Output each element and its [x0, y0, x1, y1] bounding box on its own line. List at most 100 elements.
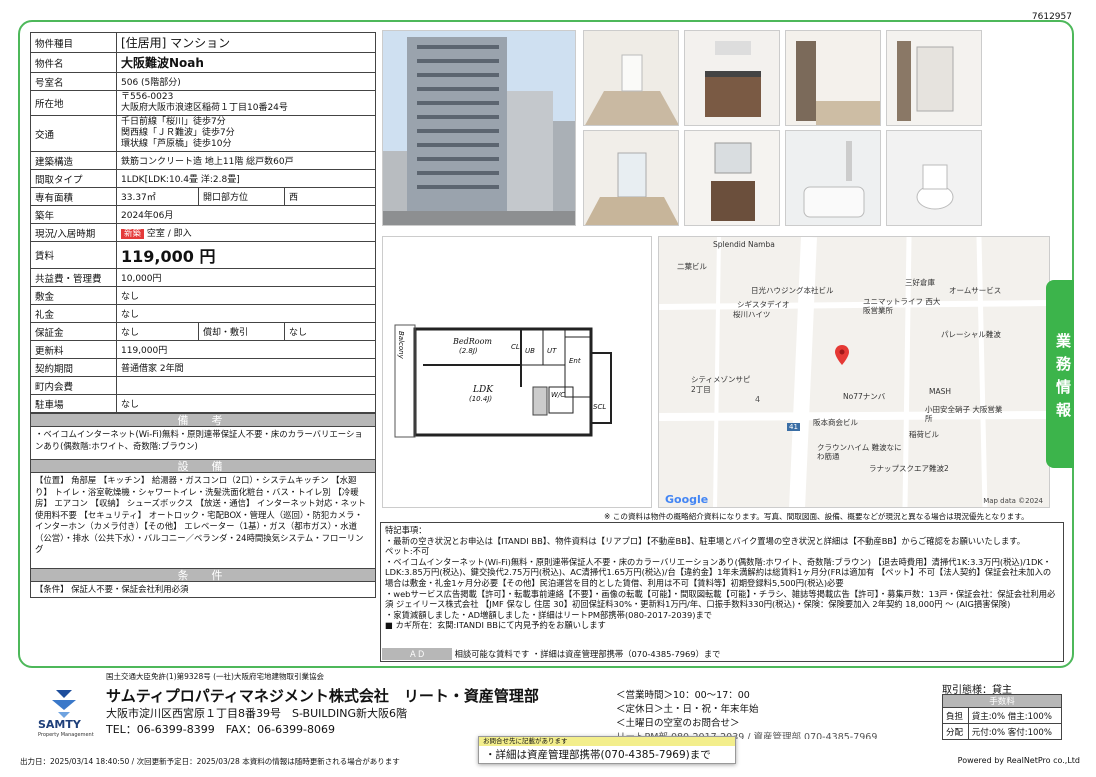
- kitchen-photo: [684, 30, 780, 126]
- notes-line: ■ カギ所在：玄関:ITANDI BBにて内見予約をお願いします: [385, 620, 606, 631]
- property-id: 7612957: [1031, 12, 1072, 22]
- spec-key: 物件名: [30, 52, 117, 73]
- spec-key: 専有面積: [30, 187, 117, 206]
- logo-sub: Property Management: [38, 732, 94, 738]
- rent-value: 119,000 円: [116, 241, 376, 269]
- fee-table: 手数料 負担 貸主:0% 借主:100% 分配 元付:0% 客付:100%: [942, 694, 1063, 740]
- deposit-value: なし: [116, 286, 376, 305]
- ldk-image: [584, 131, 678, 225]
- map[interactable]: Splendid Namba 二葉ビル 三好倉庫 日光ハウジング本社ビル オーム…: [658, 236, 1050, 508]
- notes-line: ・webサービス広告掲載【許可】・転載事前連絡【不要】・画像の転載【可能】・間取…: [385, 588, 1056, 610]
- map-label: Splendid Namba: [713, 240, 775, 249]
- spec-key: 町内会費: [30, 376, 117, 395]
- company-tel: TEL：06-6399-8399 FAX：06-6399-8069: [106, 723, 336, 736]
- holidays: ＜定休日＞土・日・祝・年末年始: [616, 704, 759, 715]
- contract-value: 普通借家 2年間: [116, 358, 376, 377]
- direction-value: 西: [284, 187, 376, 206]
- spec-key: 所在地: [30, 90, 117, 116]
- town-fee-value: [116, 376, 376, 395]
- spec-key: 交通: [30, 115, 117, 152]
- map-label: 阪本商会ビル: [813, 418, 858, 427]
- notes-line: ・家賃減額しました・AD増額しました・詳細はリートPM部携帯(080-2017-…: [385, 609, 713, 620]
- key-money-value: なし: [116, 304, 376, 323]
- property-name: 大阪難波Noah: [116, 52, 376, 73]
- samty-logo: SAMTY Property Management: [38, 684, 94, 740]
- notes-title: 特記事項：: [385, 525, 427, 535]
- location-pin-icon: [835, 345, 849, 365]
- spec-key: 礼金: [30, 304, 117, 323]
- map-credit: Map data ©2024: [983, 497, 1043, 505]
- spec-key: 築年: [30, 205, 117, 224]
- shokyaku-value: なし: [284, 322, 376, 341]
- spec-key: 号室名: [30, 72, 117, 91]
- ad-label: ＡＤ: [382, 648, 452, 660]
- bathroom-image: [786, 131, 880, 225]
- map-label: MASH: [929, 387, 952, 396]
- google-logo: Google: [665, 493, 709, 506]
- fp-bedroom-size: (2.8J): [459, 347, 478, 355]
- transport-value: 千日前線「桜川」徒歩7分 関西線「ＪＲ難波」徒歩7分 環状線「芦原橋」徒歩10分: [116, 115, 376, 152]
- fee-title: 手数料: [942, 694, 1062, 708]
- map-label: ラナップスクエア難波2: [869, 464, 949, 473]
- renewal-value: 119,000円: [116, 340, 376, 359]
- biko-text: ・ベイコムインターネット(Wi-Fi)無料・原則連帯保証人不要・床のカラーバリエ…: [30, 427, 376, 459]
- washroom-photo: [684, 130, 780, 226]
- toilet-photo: [886, 130, 982, 226]
- disclaimer: ※ この資料は物件の概略紹介資料になります。写真、間取図面、設備、概要などが現況…: [604, 512, 1029, 521]
- notes-line: ・ベイコムインターネット(Wi-Fi)無料・原則連帯保証人不要・床のカラーバリエ…: [385, 556, 1052, 588]
- license: 国土交通大臣免許(1)第9328号 (一社)大阪府宅地建物取引業協会: [106, 672, 324, 681]
- spec-panel: 物件種目 [住居用] マンション 物件名 大阪難波Noah 号室名 506 (5階部分…: [30, 32, 376, 598]
- closet-photo: [886, 30, 982, 126]
- fee-label: 分配: [942, 723, 969, 740]
- fp-wc: W/C: [551, 391, 566, 399]
- address-value: 〒556-0023 大阪府大阪市浪速区稲荷１丁目10番24号: [116, 90, 376, 116]
- hosho-value: なし: [116, 322, 199, 341]
- map-block-number: 4: [755, 395, 761, 404]
- notes-line: ・最新の空き状況とお申込は【ITANDI BB】、物件資料は【リアプロ】【不動産…: [385, 535, 1026, 546]
- spec-key: 駐車場: [30, 394, 117, 413]
- fp-ent: Ent: [569, 357, 581, 365]
- map-label: 日光ハウジング本社ビル: [751, 286, 834, 295]
- bedroom-photo: [785, 30, 881, 126]
- spec-key: 建築構造: [30, 151, 117, 170]
- setsubi-header: 設 備: [30, 459, 376, 473]
- weekend-inquiry: ＜土曜日の空室のお問合せ＞: [616, 718, 740, 729]
- spec-key: 保証金: [30, 322, 117, 341]
- map-label: オームサービス: [949, 286, 1002, 295]
- fp-ub: UB: [525, 347, 535, 355]
- floorplan-drawing: [394, 324, 612, 438]
- footer-powered-by: Powered by RealNetPro co.,Ltd: [957, 756, 1080, 765]
- route-badge: 41: [787, 423, 800, 431]
- ad-text: 相談可能な賃料です ・詳細は資産管理部携帯（070-4385-7969）まで: [454, 649, 721, 659]
- spec-key: 敷金: [30, 286, 117, 305]
- spec-value: 506 (5階部分): [116, 72, 376, 91]
- footer-output-date: 出力日：2025/03/14 18:40:50 / 次回更新予定日：2025/0…: [20, 757, 400, 766]
- fp-ldk-size: (10.4J): [469, 395, 493, 403]
- setsubi-text: 【位置】 角部屋 【キッチン】 給湯器・ガスコンロ（2口）・システムキッチン 【…: [30, 473, 376, 568]
- notes-line: ペット:不可: [385, 546, 430, 557]
- spec-value: [住居用] マンション: [116, 32, 376, 53]
- biko-header: 備 考: [30, 413, 376, 427]
- map-label: 小田安全硝子 大阪営業所: [925, 405, 1003, 423]
- map-label: シティメゾンサピ 2丁目: [691, 375, 751, 394]
- kitchen-image: [685, 31, 779, 125]
- spec-table: 物件種目 [住居用] マンション 物件名 大阪難波Noah 号室名 506 (5階部分…: [30, 32, 376, 413]
- closet-image: [887, 31, 981, 125]
- fp-ut: UT: [547, 347, 557, 355]
- fee-label: 負担: [942, 707, 969, 724]
- joken-text: 【条件】 保証人不要・保証会社利用必須: [30, 582, 376, 598]
- tooltip-popup: お問合せ先に記載があります ・詳細は資産管理部携帯(070-4385-7969)…: [478, 736, 736, 764]
- gyomu-side-tab[interactable]: 業務情報: [1046, 280, 1074, 468]
- fp-balcony: Balcony: [397, 331, 405, 359]
- joken-header: 条 件: [30, 568, 376, 582]
- map-roads: [659, 237, 1049, 507]
- map-label: 二葉ビル: [677, 262, 707, 271]
- spec-key: 間取タイプ: [30, 169, 117, 188]
- company-address: 大阪市淀川区西宮原１丁目8番39号 S-BUILDING新大阪6階: [106, 707, 407, 720]
- spec-key: 開口部方位: [198, 187, 285, 206]
- map-label: No77ナンバ: [843, 392, 886, 401]
- spec-key: 更新料: [30, 340, 117, 359]
- room-image: [584, 31, 678, 125]
- fp-ldk: LDK: [473, 385, 493, 395]
- business-hours: ＜営業時間＞10：00～17：00: [616, 690, 750, 701]
